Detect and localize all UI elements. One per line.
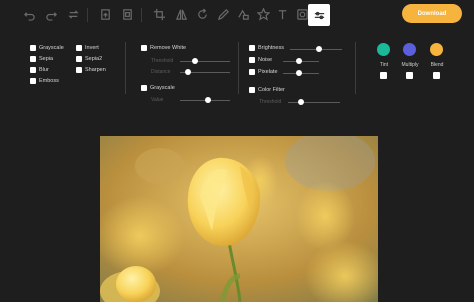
checkbox-box[interactable] <box>30 78 36 84</box>
checkbox-label: Color Filter <box>258 87 285 93</box>
tulip-photo <box>100 136 378 302</box>
checkbox-label: Noise <box>258 57 273 63</box>
canvas-image[interactable] <box>100 136 378 302</box>
checkbox-box[interactable] <box>30 56 36 62</box>
redo-icon[interactable] <box>44 7 58 21</box>
checkbox-label: Sepia2 <box>85 56 103 62</box>
checkbox-label: Brightness <box>258 45 284 51</box>
undo-icon[interactable] <box>22 7 36 21</box>
checkbox-label: Pixelate <box>258 69 278 75</box>
slider-knob[interactable] <box>298 99 304 105</box>
color-filter-checkbox[interactable]: Color Filter <box>249 87 285 93</box>
brightness-slider[interactable] <box>290 46 342 52</box>
frame-icon[interactable] <box>120 7 134 21</box>
checkbox-box[interactable] <box>249 45 255 51</box>
checkbox-box[interactable] <box>141 45 147 51</box>
checkbox-box[interactable] <box>76 67 82 73</box>
slider-knob[interactable] <box>192 58 198 64</box>
sepia-checkbox[interactable]: Sepia <box>30 56 53 62</box>
blur-checkbox[interactable]: Blur <box>30 67 49 73</box>
text-icon[interactable] <box>275 7 289 21</box>
grayscale-checkbox[interactable]: Grayscale <box>30 45 64 51</box>
checkbox-label: Emboss <box>39 78 59 84</box>
checkbox-box[interactable] <box>30 45 36 51</box>
filter-icon[interactable] <box>295 7 309 21</box>
multiply-color-swatch[interactable] <box>403 43 416 56</box>
invert-checkbox[interactable]: Invert <box>76 45 99 51</box>
checkbox-box[interactable] <box>76 56 82 62</box>
tint-color-swatch[interactable] <box>377 43 390 56</box>
blend-checkbox[interactable] <box>433 72 440 79</box>
blend-color-swatch[interactable] <box>430 43 443 56</box>
checkbox-box[interactable] <box>249 87 255 93</box>
checkbox-label: Grayscale <box>39 45 64 51</box>
slider-knob[interactable] <box>296 58 303 64</box>
grayscale-value-checkbox[interactable]: Grayscale <box>141 85 175 91</box>
draw-icon[interactable] <box>216 7 230 21</box>
checkbox-box[interactable] <box>249 69 255 75</box>
color-threshold-slider[interactable] <box>288 99 340 105</box>
sepia2-checkbox[interactable]: Sepia2 <box>76 56 102 62</box>
noise-slider[interactable] <box>283 58 319 64</box>
blend-label: Blend <box>430 62 444 68</box>
checkbox-label: Grayscale <box>150 85 175 91</box>
multiply-checkbox[interactable] <box>406 72 413 79</box>
crop-icon[interactable] <box>152 7 166 21</box>
color-threshold-label: Threshold <box>259 99 282 105</box>
checkbox-label: Remove White <box>150 45 187 51</box>
mask-icon[interactable] <box>98 7 112 21</box>
remove-white-checkbox[interactable]: Remove White <box>141 45 186 51</box>
threshold-label: Threshold <box>151 58 174 64</box>
emboss-checkbox[interactable]: Emboss <box>30 78 59 84</box>
checkbox-box[interactable] <box>30 67 36 73</box>
history-icon[interactable] <box>66 7 80 21</box>
distance-slider[interactable] <box>180 69 230 75</box>
threshold-slider[interactable] <box>180 58 230 64</box>
distance-label: Distance <box>151 69 171 75</box>
adjust-icon[interactable] <box>308 4 330 26</box>
checkbox-label: Blur <box>39 67 49 73</box>
flip-icon[interactable] <box>174 7 188 21</box>
noise-checkbox[interactable]: Noise <box>249 57 272 63</box>
panel-divider <box>238 42 239 94</box>
checkbox-box[interactable] <box>76 45 82 51</box>
slider-knob[interactable] <box>315 46 322 52</box>
slider-knob[interactable] <box>204 97 211 103</box>
shape-icon[interactable] <box>236 7 250 21</box>
slider-track <box>288 101 340 103</box>
toolbar-separator <box>87 8 88 22</box>
star-icon[interactable] <box>256 7 270 21</box>
checkbox-box[interactable] <box>141 85 147 91</box>
value-label: Value <box>151 97 164 103</box>
value-slider[interactable] <box>180 97 230 103</box>
checkbox-label: Invert <box>85 45 99 51</box>
checkbox-box[interactable] <box>249 57 255 63</box>
checkbox-label: Sharpen <box>85 67 106 73</box>
download-button[interactable]: Download <box>402 4 462 23</box>
rotate-icon[interactable] <box>195 7 209 21</box>
panel-divider <box>125 42 126 94</box>
slider-knob[interactable] <box>184 69 191 75</box>
brightness-checkbox[interactable]: Brightness <box>249 45 284 51</box>
toolbar-separator <box>141 8 142 22</box>
multiply-label: Multiply <box>401 62 419 68</box>
pixelate-slider[interactable] <box>283 70 319 76</box>
checkbox-label: Sepia <box>39 56 54 62</box>
filter-panel: Grayscale Sepia Blur Emboss Invert Sepia… <box>0 30 474 110</box>
sharpen-checkbox[interactable]: Sharpen <box>76 67 106 73</box>
slider-track <box>180 60 230 62</box>
tint-checkbox[interactable] <box>380 72 387 79</box>
toolbar: Download <box>0 0 474 30</box>
pixelate-checkbox[interactable]: Pixelate <box>249 69 278 75</box>
slider-knob[interactable] <box>296 70 303 76</box>
panel-divider <box>355 42 356 94</box>
